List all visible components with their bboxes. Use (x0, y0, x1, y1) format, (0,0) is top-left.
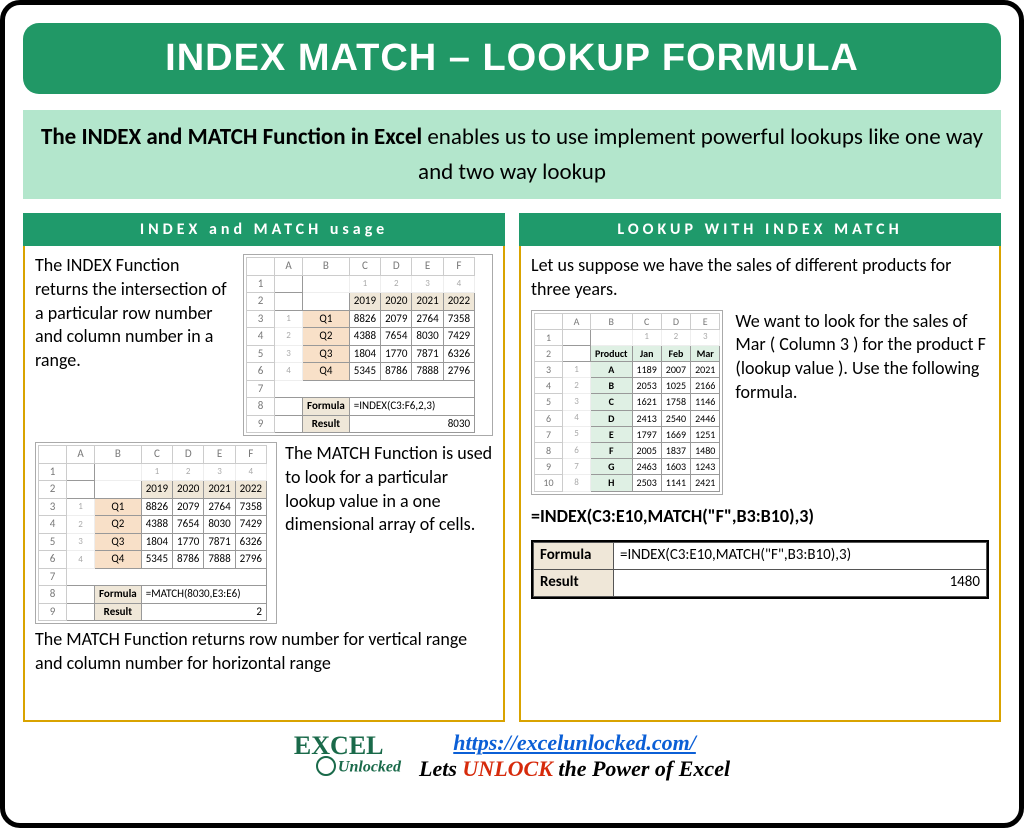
match-row: ABCDEF112342201920202021202231Q188262079… (35, 442, 493, 624)
index-table: ABCDEF112342201920202021202231Q188262079… (246, 257, 475, 433)
columns: INDEX and MATCH usage The INDEX Function… (23, 213, 1001, 722)
index-row: The INDEX Function returns the intersect… (35, 254, 493, 436)
logo: EXCEL Unlocked (294, 734, 401, 777)
result-formula-label: Formula (534, 543, 614, 570)
right-table-row: ABCDE11232ProductJanFebMar31A11892007202… (531, 310, 989, 495)
left-column: INDEX and MATCH usage The INDEX Function… (23, 213, 505, 722)
match-table-wrap: ABCDEF112342201920202021202231Q188262079… (35, 442, 277, 624)
match-note: The MATCH Function returns row number fo… (35, 628, 493, 676)
main-formula: =INDEX(C3:E10,MATCH("F",B3:B10),3) (531, 505, 989, 529)
result-box: Formula=INDEX(C3:E10,MATCH("F",B3:B10),3… (531, 540, 989, 599)
match-table: ABCDEF112342201920202021202231Q188262079… (38, 445, 267, 621)
footer-link[interactable]: https://excelunlocked.com/ (453, 730, 696, 755)
slogan-post: the Power of Excel (553, 756, 730, 781)
right-intro: Let us suppose we have the sales of diff… (531, 254, 989, 302)
subtitle-bold: The INDEX and MATCH Function in Excel (41, 123, 422, 151)
result-formula-val: =INDEX(C3:E10,MATCH("F",B3:B10),3) (614, 543, 987, 570)
subtitle-rest: enables us to use implement powerful loo… (418, 123, 983, 186)
right-want: We want to look for the sales of Mar ( C… (735, 310, 989, 495)
products-table: ABCDE11232ProductJanFebMar31A11892007202… (534, 313, 720, 492)
slogan-pre: Lets (419, 756, 462, 781)
left-heading: INDEX and MATCH usage (23, 213, 505, 246)
right-body: Let us suppose we have the sales of diff… (519, 246, 1001, 722)
match-desc: The MATCH Function is used to look for a… (285, 442, 493, 624)
footer: EXCEL Unlocked https://excelunlocked.com… (23, 730, 1001, 782)
footer-slogan: Lets UNLOCK the Power of Excel (419, 756, 730, 782)
left-body: The INDEX Function returns the intersect… (23, 246, 505, 722)
title-banner: INDEX MATCH – LOOKUP FORMULA (23, 23, 1001, 94)
index-table-wrap: ABCDEF112342201920202021202231Q188262079… (243, 254, 493, 436)
index-desc: The INDEX Function returns the intersect… (35, 254, 235, 436)
result-result-label: Result (534, 570, 614, 597)
page-frame: INDEX MATCH – LOOKUP FORMULA The INDEX a… (0, 0, 1024, 828)
lock-icon (316, 756, 336, 776)
right-heading: LOOKUP WITH INDEX MATCH (519, 213, 1001, 246)
logo-bottom: Unlocked (316, 758, 401, 778)
subtitle-band: The INDEX and MATCH Function in Excel en… (23, 110, 1001, 199)
result-result-val: 1480 (614, 570, 987, 597)
logo-top: EXCEL (294, 731, 384, 760)
result-table: Formula=INDEX(C3:E10,MATCH("F",B3:B10),3… (533, 542, 987, 597)
footer-text: https://excelunlocked.com/ Lets UNLOCK t… (419, 730, 730, 782)
products-table-wrap: ABCDE11232ProductJanFebMar31A11892007202… (531, 310, 723, 495)
slogan-unlock: UNLOCK (462, 756, 552, 781)
right-column: LOOKUP WITH INDEX MATCH Let us suppose w… (519, 213, 1001, 722)
